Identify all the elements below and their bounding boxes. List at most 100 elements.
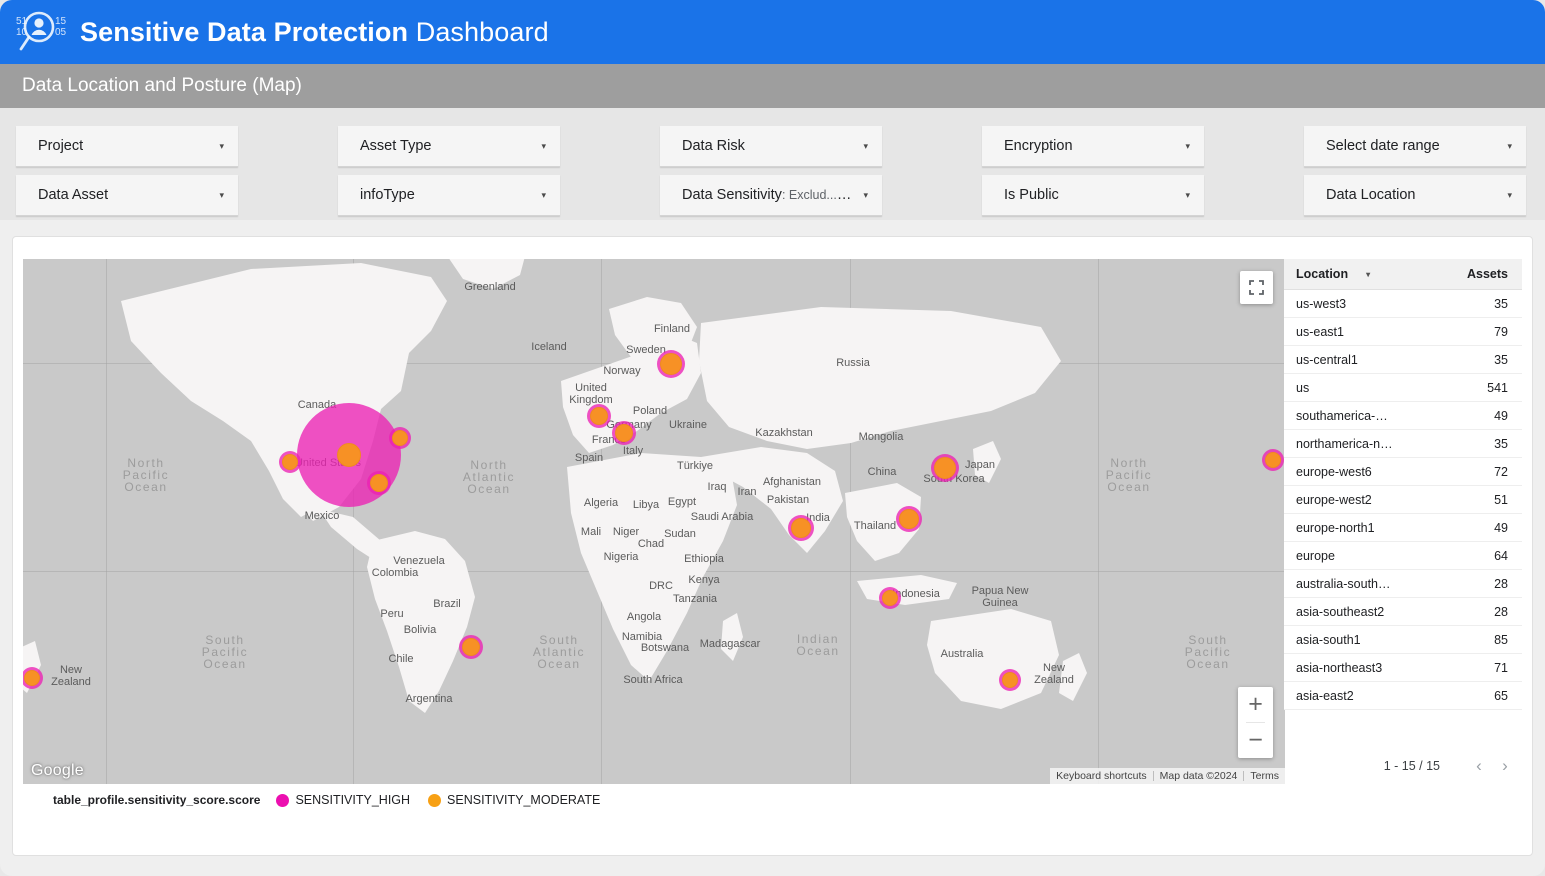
- table-row[interactable]: us-central135: [1284, 346, 1522, 374]
- zoom-controls[interactable]: + −: [1238, 687, 1273, 758]
- cell-assets: 51: [1403, 486, 1522, 514]
- cell-assets: 85: [1403, 626, 1522, 654]
- world-map[interactable]: GreenlandIcelandFinlandSwedenNorwayRussi…: [23, 259, 1285, 784]
- cell-location: asia-east2: [1284, 682, 1403, 710]
- google-logo: Google: [31, 762, 84, 780]
- cell-location: northamerica-northeast1: [1284, 430, 1403, 458]
- table-row[interactable]: europe-west672: [1284, 458, 1522, 486]
- cell-location: europe: [1284, 542, 1403, 570]
- table-row[interactable]: europe-north149: [1284, 514, 1522, 542]
- table-header-row: Location ▾ Assets: [1284, 259, 1522, 290]
- filter-data-risk[interactable]: Data Risk ▾: [660, 126, 882, 167]
- table-row[interactable]: asia-east265: [1284, 682, 1522, 710]
- column-header-location-label: Location: [1296, 267, 1348, 281]
- filter-is-public[interactable]: Is Public ▾: [982, 175, 1204, 216]
- map-bubble-moderate-us-central1[interactable]: [370, 474, 388, 492]
- filter-asset-type[interactable]: Asset Type ▾: [338, 126, 560, 167]
- zoom-in-button[interactable]: +: [1238, 687, 1273, 722]
- zoom-out-button[interactable]: −: [1238, 723, 1273, 758]
- map-bubble-moderate-australia-southeast1[interactable]: [1002, 672, 1018, 688]
- legend-label-moderate: SENSITIVITY_MODERATE: [447, 793, 600, 807]
- legend-title: table_profile.sensitivity_score.score: [53, 793, 260, 807]
- pagination-prev-button[interactable]: ‹: [1466, 756, 1492, 776]
- filter-data-asset-label: Data Asset: [38, 187, 108, 203]
- table-row[interactable]: asia-southeast228: [1284, 598, 1522, 626]
- cell-location: europe-west2: [1284, 486, 1403, 514]
- filter-encryption[interactable]: Encryption ▾: [982, 126, 1204, 167]
- table-row[interactable]: us541: [1284, 374, 1522, 402]
- table-row[interactable]: southamerica-east149: [1284, 402, 1522, 430]
- dlp-magnifier-person-icon: 51 10 15 05: [12, 6, 68, 58]
- map-bubble-moderate-us[interactable]: [337, 443, 361, 467]
- legend-color-swatch: [428, 794, 441, 807]
- map-bubble-moderate-europe-north1[interactable]: [660, 353, 682, 375]
- map-legend: table_profile.sensitivity_score.score SE…: [53, 793, 618, 807]
- column-header-assets[interactable]: Assets: [1403, 259, 1522, 290]
- table-row[interactable]: asia-northeast371: [1284, 654, 1522, 682]
- chevron-down-icon: ▾: [1507, 142, 1512, 151]
- svg-text:05: 05: [55, 27, 67, 38]
- table-row[interactable]: us-west335: [1284, 290, 1522, 318]
- map-bubble-moderate-edge-left[interactable]: [24, 670, 40, 686]
- map-bubble-moderate-asia-south1[interactable]: [791, 518, 811, 538]
- chevron-down-icon: ▾: [219, 142, 224, 151]
- map-data-copyright: Map data ©2024: [1154, 770, 1244, 782]
- map-bubble-moderate-edge-right[interactable]: [1265, 452, 1281, 468]
- cell-assets: 28: [1403, 598, 1522, 626]
- cell-location: asia-northeast3: [1284, 654, 1403, 682]
- table-row[interactable]: australia-southeast128: [1284, 570, 1522, 598]
- filter-data-asset[interactable]: Data Asset ▾: [16, 175, 238, 216]
- cell-assets: 79: [1403, 318, 1522, 346]
- section-title: Data Location and Posture (Map): [22, 75, 302, 97]
- map-landmasses: [23, 259, 1285, 784]
- app-header: 51 10 15 05 Sensitive Data Protection Da…: [0, 0, 1545, 64]
- table-row[interactable]: asia-south185: [1284, 626, 1522, 654]
- keyboard-shortcuts-link[interactable]: Keyboard shortcuts: [1050, 770, 1152, 782]
- map-bubble-moderate-europe-west2[interactable]: [590, 407, 608, 425]
- cell-location: southamerica-east1: [1284, 402, 1403, 430]
- map-bubble-moderate-asia-east2[interactable]: [899, 509, 919, 529]
- column-header-location[interactable]: Location ▾: [1284, 259, 1403, 290]
- map-bubble-moderate-europe-west6[interactable]: [615, 424, 633, 442]
- content-card: GreenlandIcelandFinlandSwedenNorwayRussi…: [12, 236, 1533, 856]
- cell-assets: 65: [1403, 682, 1522, 710]
- cell-assets: 49: [1403, 402, 1522, 430]
- chevron-down-icon: ▾: [219, 191, 224, 200]
- cell-location: asia-southeast2: [1284, 598, 1403, 626]
- cell-assets: 72: [1403, 458, 1522, 486]
- page-title: Sensitive Data Protection Dashboard: [80, 17, 549, 48]
- map-bubble-moderate-southamerica-east1[interactable]: [462, 638, 480, 656]
- fullscreen-icon[interactable]: [1240, 271, 1273, 304]
- table-row[interactable]: europe64: [1284, 542, 1522, 570]
- legend-item-moderate: SENSITIVITY_MODERATE: [428, 793, 600, 807]
- filter-asset-type-label: Asset Type: [360, 138, 431, 154]
- filter-bar: Project ▾ Asset Type ▾ Data Risk ▾ Encry…: [0, 108, 1545, 220]
- table-row[interactable]: northamerica-northeast135: [1284, 430, 1522, 458]
- terms-link[interactable]: Terms: [1244, 770, 1285, 782]
- cell-assets: 541: [1403, 374, 1522, 402]
- filter-data-sensitivity[interactable]: Data Sensitivity: Exclud... (1) ▾: [660, 175, 882, 216]
- cell-assets: 35: [1403, 290, 1522, 318]
- table-header: Location ▾ Assets: [1284, 259, 1522, 290]
- table-row[interactable]: us-east179: [1284, 318, 1522, 346]
- cell-assets: 28: [1403, 570, 1522, 598]
- legend-item-high: SENSITIVITY_HIGH: [276, 793, 410, 807]
- map-bubble-moderate-asia-southeast2[interactable]: [882, 590, 898, 606]
- sort-caret-icon: ▾: [1366, 270, 1370, 279]
- svg-text:15: 15: [55, 16, 67, 27]
- map-bubble-moderate-us-west3[interactable]: [282, 454, 298, 470]
- filter-project[interactable]: Project ▾: [16, 126, 238, 167]
- map-bubble-moderate-asia-northeast3[interactable]: [934, 457, 956, 479]
- filter-data-risk-label: Data Risk: [682, 138, 745, 154]
- filter-data-location[interactable]: Data Location ▾: [1304, 175, 1526, 216]
- pagination-next-button[interactable]: ›: [1492, 756, 1518, 776]
- filter-date-range-label: Select date range: [1326, 138, 1440, 154]
- map-canvas[interactable]: GreenlandIcelandFinlandSwedenNorwayRussi…: [23, 259, 1285, 784]
- chevron-down-icon: ▾: [1507, 191, 1512, 200]
- filter-date-range[interactable]: Select date range ▾: [1304, 126, 1526, 167]
- map-bubble-moderate-northamerica-northeast1[interactable]: [392, 430, 408, 446]
- table-row[interactable]: europe-west251: [1284, 486, 1522, 514]
- chevron-down-icon: ▾: [863, 191, 868, 200]
- pagination-range: 1 - 15 / 15: [1384, 759, 1440, 773]
- filter-infotype[interactable]: infoType ▾: [338, 175, 560, 216]
